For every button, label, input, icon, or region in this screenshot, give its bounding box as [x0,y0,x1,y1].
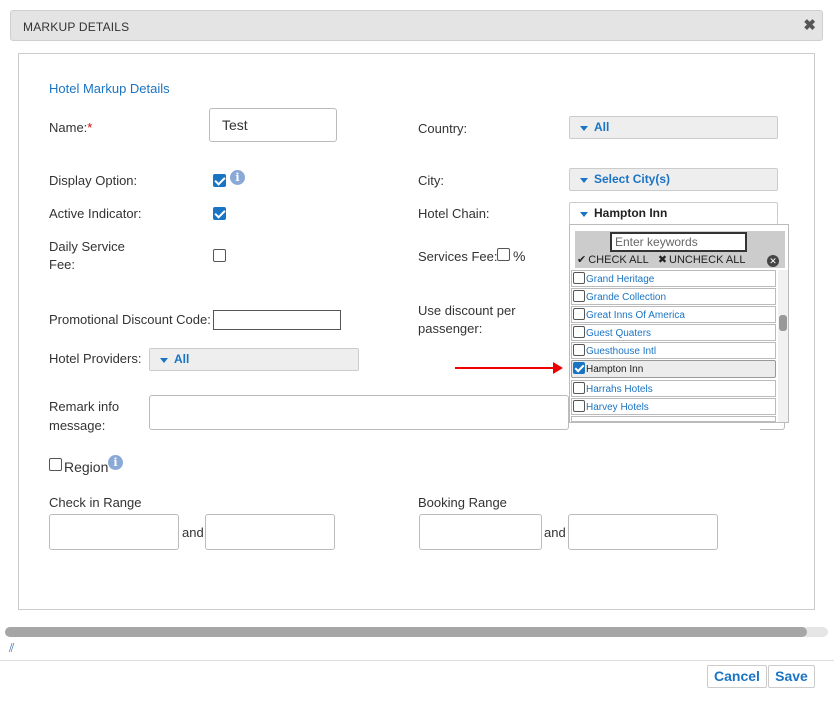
use-discount-label: Use discount per passenger: [418,303,516,336]
info-icon[interactable]: i [230,170,245,185]
item-checkbox[interactable] [573,290,585,302]
services-fee-checkbox[interactable] [497,248,510,261]
promo-code-label: Promotional Discount Code: [49,312,211,327]
horizontal-scroll-thumb[interactable] [5,627,807,637]
annotation-arrow [455,362,563,374]
item-checkbox[interactable] [573,272,585,284]
check-icon: ✔ [577,254,587,266]
display-option-checkbox[interactable] [213,174,226,187]
check-all-button[interactable]: CHECK ALL [588,254,649,266]
remark-textarea[interactable] [149,395,569,430]
list-item-selected[interactable]: Hampton Inn [571,360,776,378]
save-button[interactable]: Save [768,665,815,688]
booking-to-input[interactable] [568,514,718,550]
item-checkbox[interactable] [573,344,585,356]
region-checkbox[interactable] [49,458,62,471]
city-label: City: [418,173,444,188]
chevron-down-icon [580,178,588,183]
country-label: Country: [418,121,468,136]
list-item[interactable]: Grande Collection [571,288,776,305]
active-indicator-label: Active Indicator: [49,206,142,221]
checkin-to-input[interactable] [205,514,335,550]
item-checkbox[interactable] [573,326,585,338]
list-item[interactable]: Guest Quaters [571,324,776,341]
chevron-down-icon [580,212,588,217]
dialog-titlebar: MARKUP DETAILS ✖ [10,10,823,41]
item-checkbox[interactable] [573,362,585,374]
close-dropdown-icon[interactable]: ✕ [767,255,779,267]
active-indicator-checkbox[interactable] [213,207,226,220]
keyword-search-input[interactable]: Enter keywords [610,232,747,252]
name-input[interactable] [209,108,337,142]
footer-divider [0,660,834,661]
section-title: Hotel Markup Details [49,81,170,96]
city-select[interactable]: Select City(s) [569,168,778,191]
list-item[interactable]: Harvey Hotels [571,398,776,415]
dropdown-scroll-thumb[interactable] [779,315,787,331]
hotel-chain-label: Hotel Chain: [418,206,490,221]
daily-service-fee-label: Daily Service Fee: [49,239,125,272]
item-checkbox[interactable] [573,400,585,412]
cancel-button[interactable]: Cancel [707,665,767,688]
name-label: Name:* [49,120,93,135]
booking-and-label: and [544,525,566,540]
markup-details-dialog: MARKUP DETAILS ✖ Hotel Markup Details Na… [0,0,834,703]
close-icon: ✖ [657,254,668,266]
remark-label: Remark info message: [49,399,120,433]
info-icon[interactable]: i [108,455,123,470]
display-option-label: Display Option: [49,173,138,188]
booking-from-input[interactable] [419,514,542,550]
region-label: Region [64,459,109,475]
list-item[interactable]: Grand Heritage [571,270,776,287]
hotel-providers-select[interactable]: All [149,348,359,371]
chevron-down-icon [160,358,168,363]
hotel-chain-select[interactable]: Hampton Inn [569,202,778,225]
checkin-from-input[interactable] [49,514,179,550]
dialog-title: MARKUP DETAILS [23,20,130,34]
list-item[interactable]: Great Inns Of America [571,306,776,323]
item-checkbox[interactable] [573,382,585,394]
services-fee-unit: % [513,248,526,264]
dropdown-scrollbar[interactable] [778,270,788,422]
list-item-partial [571,416,776,422]
dropdown-actions: ✔ CHECK ALL ✖ UNCHECK ALL [577,253,747,266]
daily-service-fee-checkbox[interactable] [213,249,226,262]
close-icon[interactable]: ✖ [803,16,816,34]
item-checkbox[interactable] [573,308,585,320]
hotel-providers-label: Hotel Providers: [49,351,142,366]
chevron-down-icon [580,126,588,131]
list-item[interactable]: Guesthouse Intl [571,342,776,359]
checkin-and-label: and [182,525,204,540]
country-select[interactable]: All [569,116,778,139]
booking-range-label: Booking Range [418,495,507,510]
resize-handle-icon[interactable]: ⫽ [9,641,14,656]
services-fee-label: Services Fee: [418,249,498,264]
promo-code-input[interactable] [213,310,341,330]
list-item[interactable]: Harrahs Hotels [571,380,776,397]
checkin-range-label: Check in Range [49,495,142,510]
uncheck-all-button[interactable]: UNCHECK ALL [669,254,745,266]
